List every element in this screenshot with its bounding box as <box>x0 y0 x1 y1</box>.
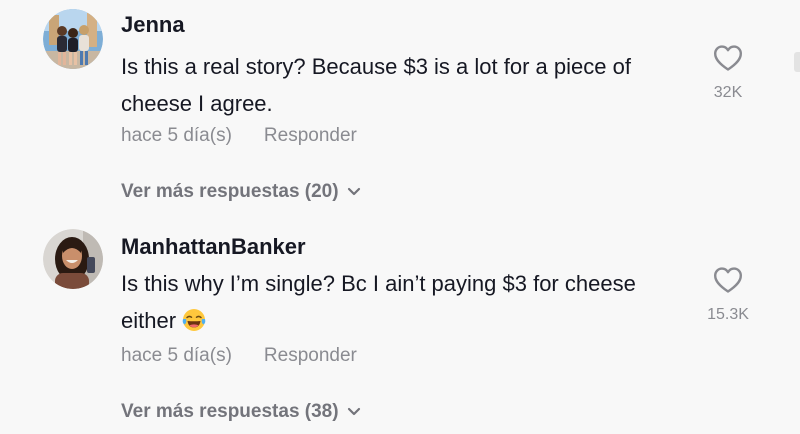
view-more-replies-button[interactable]: Ver más respuestas (20) <box>121 180 361 203</box>
comment-time: hace 5 día(s) <box>121 125 232 146</box>
view-more-replies-label: Ver más respuestas (38) <box>121 401 339 422</box>
like-button[interactable]: 15.3K <box>700 266 756 324</box>
heart-outline-icon <box>700 44 756 72</box>
comment-text: Is this why I’m single? Bc I ain’t payin… <box>121 265 691 339</box>
chevron-down-icon <box>347 400 361 422</box>
scrollbar[interactable] <box>794 52 800 72</box>
user-avatar[interactable] <box>43 229 103 289</box>
chevron-down-icon <box>347 180 361 202</box>
like-button[interactable]: 32K <box>700 44 756 102</box>
comment-time: hace 5 día(s) <box>121 345 232 366</box>
comment-meta: hace 5 día(s) Responder <box>121 345 357 367</box>
face-with-tears-of-joy-emoji <box>182 306 206 331</box>
view-more-replies-label: Ver más respuestas (20) <box>121 181 339 202</box>
user-avatar[interactable] <box>43 9 103 69</box>
view-more-replies-button[interactable]: Ver más respuestas (38) <box>121 400 361 423</box>
username[interactable]: ManhattanBanker <box>121 234 306 260</box>
like-count: 32K <box>713 84 743 101</box>
username[interactable]: Jenna <box>121 12 185 38</box>
avatar-photo <box>43 229 103 289</box>
reply-button[interactable]: Responder <box>264 345 357 366</box>
comment-meta: hace 5 día(s) Responder <box>121 125 357 147</box>
like-count: 15.3K <box>707 306 749 323</box>
avatar-photo <box>43 9 103 69</box>
heart-outline-icon <box>700 266 756 294</box>
comment-text: Is this a real story? Because $3 is a lo… <box>121 54 631 116</box>
reply-button[interactable]: Responder <box>264 125 357 146</box>
